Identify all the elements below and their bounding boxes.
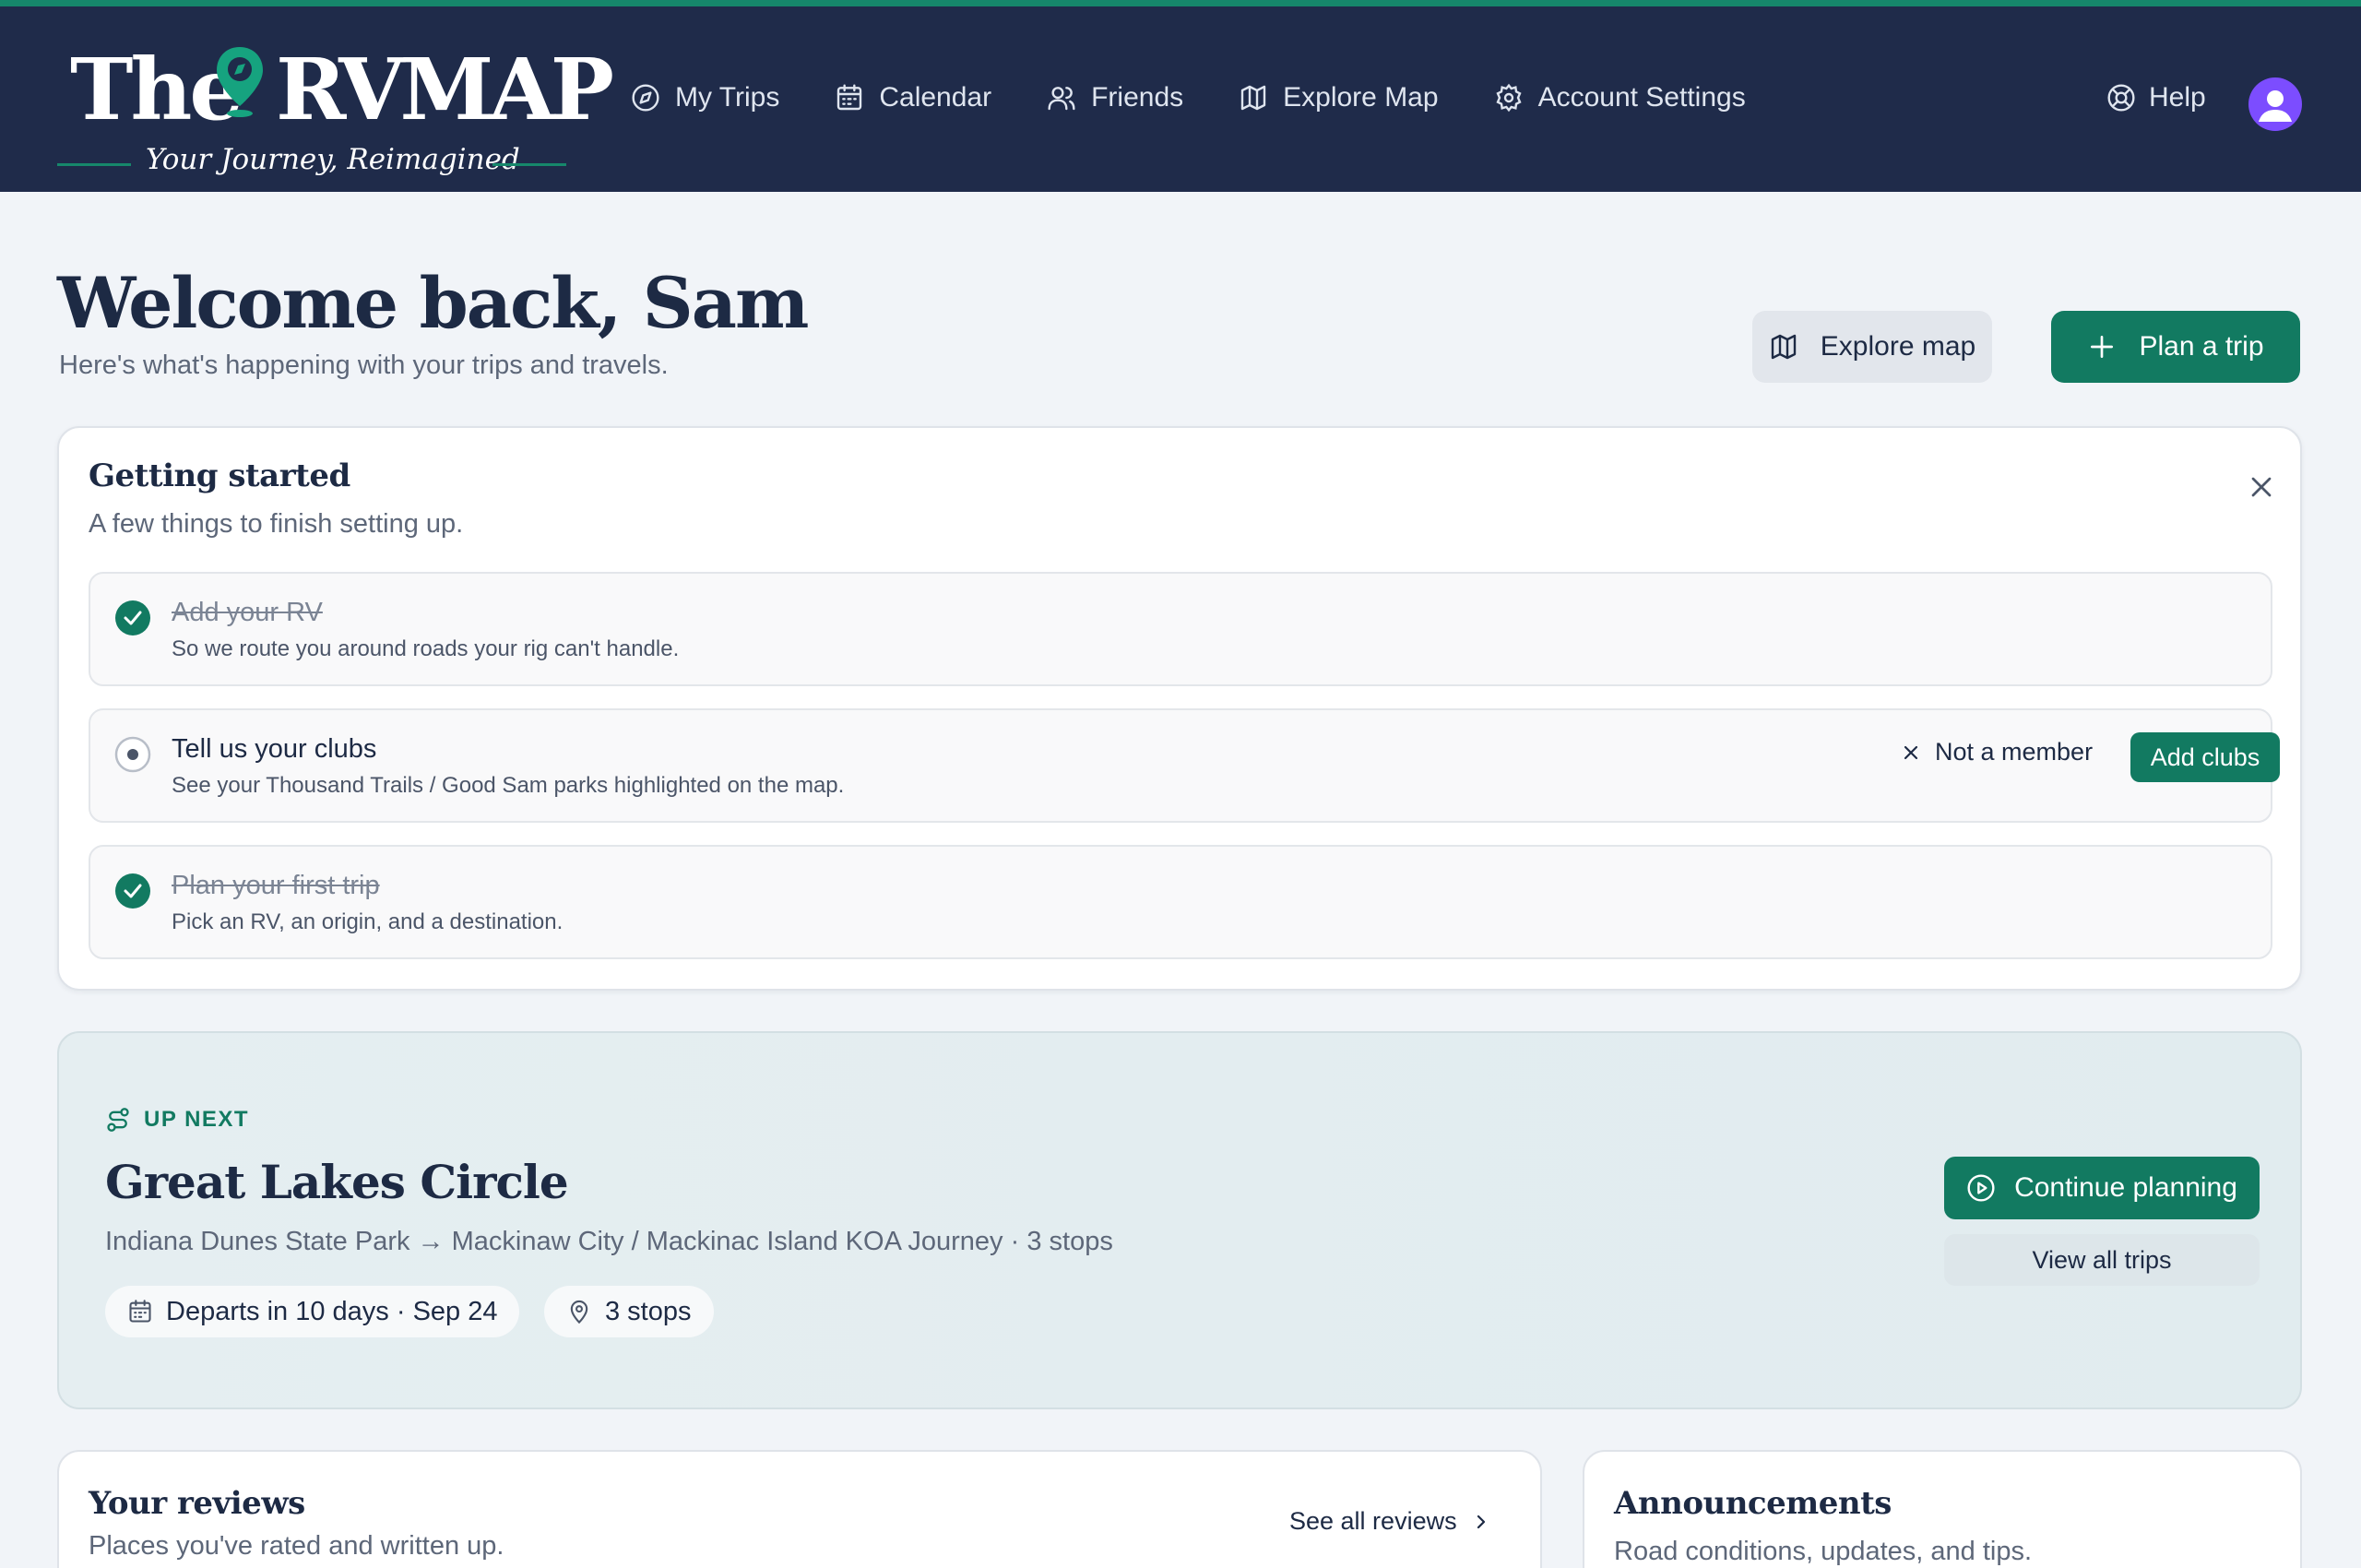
users-icon (1047, 83, 1076, 113)
nav-item-my-trips[interactable]: My Trips (631, 82, 779, 113)
getting-started-card: Getting started A few things to finish s… (57, 426, 2302, 991)
nav-label: My Trips (675, 82, 780, 113)
play-circle-icon (1966, 1173, 1996, 1203)
nav-label: Friends (1091, 82, 1184, 113)
nav-label: Account Settings (1537, 82, 1746, 113)
map-pin-icon (566, 1299, 592, 1324)
map-icon (1239, 83, 1268, 113)
help-link[interactable]: Help (2106, 82, 2206, 113)
explore-map-label: Explore map (1820, 331, 1976, 362)
stops-text: 3 stops (605, 1296, 692, 1326)
announcements-card: Announcements Road conditions, updates, … (1583, 1450, 2302, 1568)
explore-map-button[interactable]: Explore map (1752, 311, 1992, 383)
nav-label: Explore Map (1283, 82, 1439, 113)
plan-trip-label: Plan a trip (2139, 331, 2264, 362)
task-description: So we route you around roads your rig ca… (172, 636, 680, 661)
logo-rvmap-text: RVMAP (276, 40, 614, 139)
calendar-icon (835, 83, 864, 113)
help-label: Help (2149, 82, 2206, 113)
plan-trip-button[interactable]: Plan a trip (2051, 311, 2300, 383)
stops-pill: 3 stops (544, 1286, 714, 1337)
user-avatar[interactable] (2248, 77, 2302, 131)
page-subtitle: Here's what's happening with your trips … (59, 350, 669, 380)
chevron-right-icon (1470, 1511, 1492, 1533)
not-a-member-button[interactable]: Not a member (1900, 738, 2093, 766)
announcements-subtitle: Road conditions, updates, and tips. (1614, 1537, 2033, 1566)
reviews-title: Your reviews (89, 1485, 305, 1522)
tagline-left-rule (57, 163, 131, 166)
task-title: Tell us your clubs (172, 734, 377, 764)
nav-item-calendar[interactable]: Calendar (835, 82, 991, 113)
nav-label: Calendar (879, 82, 992, 113)
see-all-reviews-label: See all reviews (1289, 1507, 1457, 1535)
trip-route: Indiana Dunes State Park → Mackinaw City… (105, 1227, 1113, 1256)
logo-tagline-row: Your Journey, Reimagined (57, 143, 566, 184)
task-plan-first-trip[interactable]: Plan your first trip Pick an RV, an orig… (89, 845, 2272, 959)
check-circle-icon (114, 600, 151, 636)
nav-item-account-settings[interactable]: Account Settings (1494, 82, 1746, 113)
plus-icon (2087, 332, 2117, 362)
not-a-member-label: Not a member (1935, 738, 2094, 766)
close-icon[interactable] (2245, 470, 2278, 504)
lifebuoy-icon (2106, 83, 2136, 113)
see-all-reviews-link[interactable]: See all reviews (1289, 1507, 1492, 1536)
task-title: Plan your first trip (172, 871, 380, 900)
app-logo[interactable]: The RVMAP Your Journey, Reimagined (57, 38, 614, 185)
gear-icon (1494, 83, 1524, 113)
nav-item-explore-map[interactable]: Explore Map (1239, 82, 1439, 113)
up-next-label: UP NEXT (144, 1107, 250, 1132)
check-circle-icon (114, 873, 151, 909)
nav-item-friends[interactable]: Friends (1047, 82, 1183, 113)
task-title: Add your RV (172, 598, 323, 627)
logo-tagline: Your Journey, Reimagined (146, 143, 520, 176)
getting-started-subtitle: A few things to finish setting up. (89, 509, 464, 539)
trip-title: Great Lakes Circle (105, 1155, 569, 1209)
up-next-card: UP NEXT Great Lakes Circle Indiana Dunes… (57, 1031, 2302, 1409)
up-next-label-row: UP NEXT (105, 1107, 249, 1133)
add-clubs-button[interactable]: Add clubs (2130, 732, 2280, 782)
calendar-icon (127, 1299, 153, 1324)
reviews-subtitle: Places you've rated and written up. (89, 1531, 504, 1561)
view-all-trips-button[interactable]: View all trips (1944, 1234, 2260, 1286)
map-icon (1769, 332, 1798, 362)
page-title: Welcome back, Sam (57, 262, 809, 344)
task-description: Pick an RV, an origin, and a destination… (172, 909, 564, 934)
continue-planning-button[interactable]: Continue planning (1944, 1157, 2260, 1219)
continue-planning-label: Continue planning (2014, 1172, 2237, 1203)
task-description: See your Thousand Trails / Good Sam park… (172, 773, 845, 798)
main-nav: My Trips Calendar Friends Explore Map Ac… (631, 82, 1746, 113)
departs-text: Departs in 10 days · Sep 24 (166, 1296, 498, 1326)
map-pin-logo-icon (214, 45, 266, 119)
close-icon (1900, 742, 1922, 764)
announcements-title: Announcements (1614, 1485, 1892, 1522)
departs-pill: Departs in 10 days · Sep 24 (105, 1286, 520, 1337)
reviews-card: Your reviews Places you've rated and wri… (57, 1450, 1542, 1568)
task-tell-clubs[interactable]: Tell us your clubs See your Thousand Tra… (89, 708, 2280, 823)
radio-pending-icon (114, 736, 151, 773)
route-icon (105, 1107, 131, 1133)
top-navbar: The RVMAP Your Journey, Reimagined My Tr… (0, 0, 2361, 192)
task-add-rv[interactable]: Add your RV So we route you around roads… (89, 572, 2272, 686)
tagline-right-rule (492, 163, 566, 166)
getting-started-title: Getting started (89, 457, 350, 494)
compass-icon (631, 83, 660, 113)
